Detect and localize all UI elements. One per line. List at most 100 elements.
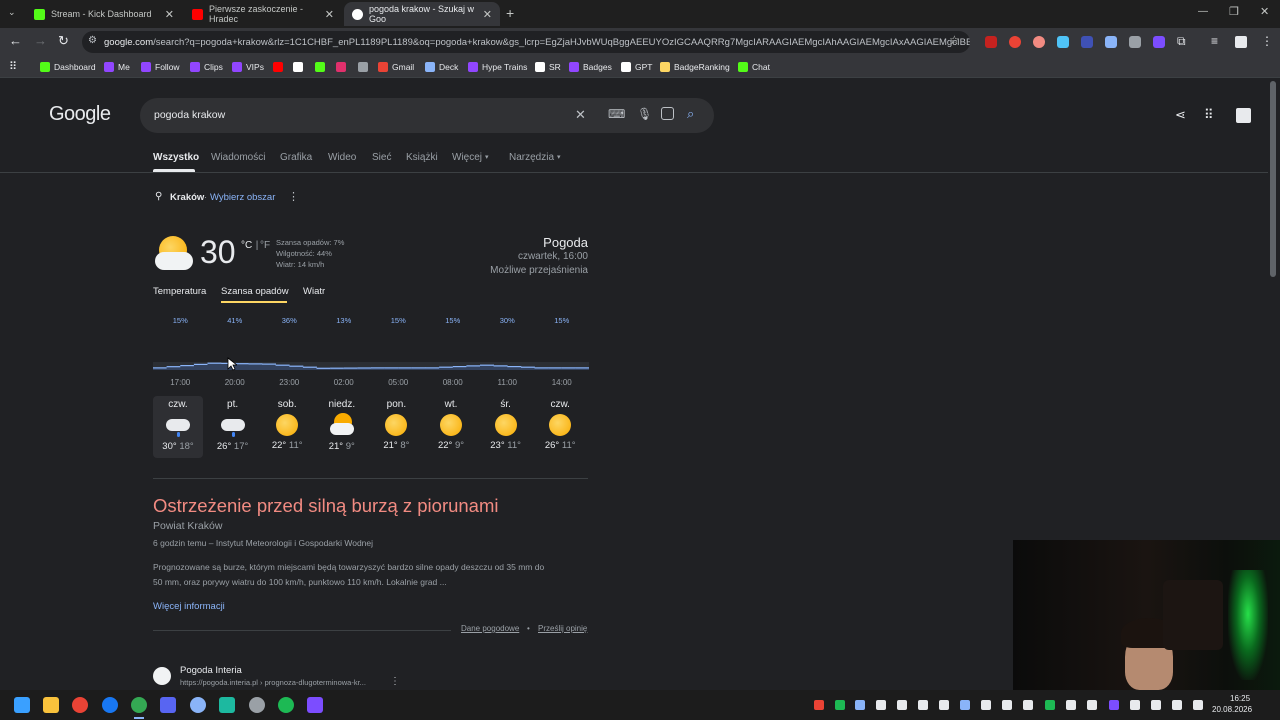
forecast-day[interactable]: czw. 26° 11° [535,396,585,458]
bookmark-item[interactable]: VIPs [232,60,264,74]
forecast-day[interactable]: pon. 21° 8° [371,396,421,458]
result-url[interactable]: https://pogoda.interia.pl › prognoza-dlu… [180,678,366,687]
media-icon[interactable]: ≡ [1211,34,1218,48]
share-icon[interactable]: ⋖ [1175,107,1186,123]
tray-icon[interactable] [1087,700,1097,710]
bookmark-item[interactable] [293,60,307,74]
tray-icon[interactable] [1193,700,1203,710]
facebook-icon[interactable] [102,697,118,713]
tab-web[interactable]: Sieć [372,152,391,163]
tab-search-icon[interactable]: ⌄ [8,7,16,18]
google-logo[interactable]: Google [49,103,111,126]
bookmark-item[interactable] [315,60,329,74]
menu-icon[interactable]: ⋮ [1261,34,1273,48]
account-avatar[interactable] [1236,108,1251,123]
chrome-active-icon[interactable] [131,697,147,713]
microphone-icon[interactable]: 🎙 [637,107,652,121]
bookmark-item[interactable] [358,60,372,74]
discord-icon[interactable] [160,697,176,713]
new-tab-button[interactable]: + [506,5,514,21]
grid-app-icon[interactable] [307,697,323,713]
bookmark-item[interactable]: Follow [141,60,180,74]
chrome-icon[interactable] [72,697,88,713]
extension-icon[interactable] [1033,36,1045,48]
tray-icon[interactable] [855,700,865,710]
site-info-icon[interactable]: ⚙ [88,35,97,46]
window-close-button[interactable]: ✕ [1260,5,1269,18]
forecast-day[interactable]: pt. 26° 17° [208,396,258,458]
tab-wind[interactable]: Wiatr [303,286,325,297]
tray-icon[interactable] [918,700,928,710]
forecast-day[interactable]: śr. 23° 11° [481,396,531,458]
app-icon[interactable] [190,697,206,713]
tray-icon[interactable] [1045,700,1055,710]
bookmark-item[interactable]: Hype Trains [468,60,527,74]
tray-icon[interactable] [1023,700,1033,710]
bookmark-item[interactable]: GPT [621,60,652,74]
bookmark-item[interactable]: Dashboard [40,60,96,74]
tab-temperature[interactable]: Temperatura [153,286,206,297]
forward-icon[interactable]: → [34,33,47,48]
bookmark-item[interactable]: Me [104,60,130,74]
more-options-icon[interactable]: ⋮ [288,190,299,203]
result-site-name[interactable]: Pogoda Interia [180,665,242,676]
tab-tools[interactable]: Narzędzia [509,152,554,163]
reload-icon[interactable]: ↻ [58,33,69,49]
tab-precipitation[interactable]: Szansa opadów [221,286,289,297]
tray-icon[interactable] [814,700,824,710]
tray-icon[interactable] [876,700,886,710]
tray-icon[interactable] [981,700,991,710]
spotify-icon[interactable] [278,697,294,713]
forecast-day[interactable]: czw. 30° 18° [153,396,203,458]
extension-icon[interactable] [1153,36,1165,48]
tray-icon[interactable] [1109,700,1119,710]
result-more-icon[interactable]: ⋮ [390,676,400,687]
keyboard-icon[interactable]: ⌨ [608,107,625,121]
profile-icon[interactable] [1235,36,1247,48]
address-bar[interactable]: ⚙ google.com/search?q=pogoda+krakow&rlz=… [82,31,970,53]
close-icon[interactable]: ✕ [165,8,174,21]
feedback-link[interactable]: Prześlij opinię [538,624,587,633]
bookmark-item[interactable]: SR [535,60,561,74]
forecast-day[interactable]: wt. 22° 9° [426,396,476,458]
extension-icon[interactable] [1081,36,1093,48]
tab-videos[interactable]: Wideo [328,152,356,163]
tray-icon[interactable] [1066,700,1076,710]
close-icon[interactable]: ✕ [483,8,492,21]
start-button[interactable] [14,697,30,713]
file-explorer-icon[interactable] [43,697,59,713]
tab-youtube[interactable]: Pierwsze zaskoczenie - Hradec ✕ [184,2,342,26]
tab-more[interactable]: Więcej [452,152,482,163]
bookmark-item[interactable]: Chat [738,60,770,74]
audio-app-icon[interactable] [219,697,235,713]
weather-data-link[interactable]: Dane pogodowe [461,624,519,633]
precipitation-chart[interactable]: 15% 17:00 41% 20:00 36% 23:00 13% 02:00 15% 05:00… [153,314,589,389]
minimize-button[interactable]: — [1198,6,1208,17]
apps-grid-icon[interactable]: ⠿ [1204,107,1214,123]
puzzle-icon[interactable]: ⧉ [1177,34,1186,49]
unit-fahrenheit[interactable]: °F [260,240,270,251]
tray-icon[interactable] [897,700,907,710]
bookmark-star-icon[interactable]: ☆ [949,33,960,47]
tray-icon[interactable] [939,700,949,710]
apps-icon[interactable]: ⠿ [9,60,17,73]
alert-title[interactable]: Ostrzeżenie przed silną burzą z piorunam… [153,495,499,517]
settings-app-icon[interactable] [249,697,265,713]
tray-icon[interactable] [1130,700,1140,710]
tray-icon[interactable] [960,700,970,710]
bookmark-item[interactable]: Badges [569,60,612,74]
bookmark-item[interactable]: BadgeRanking [660,60,730,74]
tab-all[interactable]: Wszystko [153,152,199,163]
extension-icon[interactable] [1129,36,1141,48]
tab-google[interactable]: pogoda krakow - Szukaj w Goo ✕ [344,2,500,26]
tray-icon[interactable] [1151,700,1161,710]
search-input[interactable]: pogoda krakow [154,109,225,121]
clear-icon[interactable]: ✕ [575,107,586,123]
extension-icon[interactable] [1009,36,1021,48]
page-scrollbar[interactable] [1270,81,1276,277]
bookmark-item[interactable] [336,60,350,74]
tab-books[interactable]: Książki [406,152,438,163]
tab-news[interactable]: Wiadomości [211,152,265,163]
extension-icon[interactable] [1105,36,1117,48]
tray-icon[interactable] [1002,700,1012,710]
